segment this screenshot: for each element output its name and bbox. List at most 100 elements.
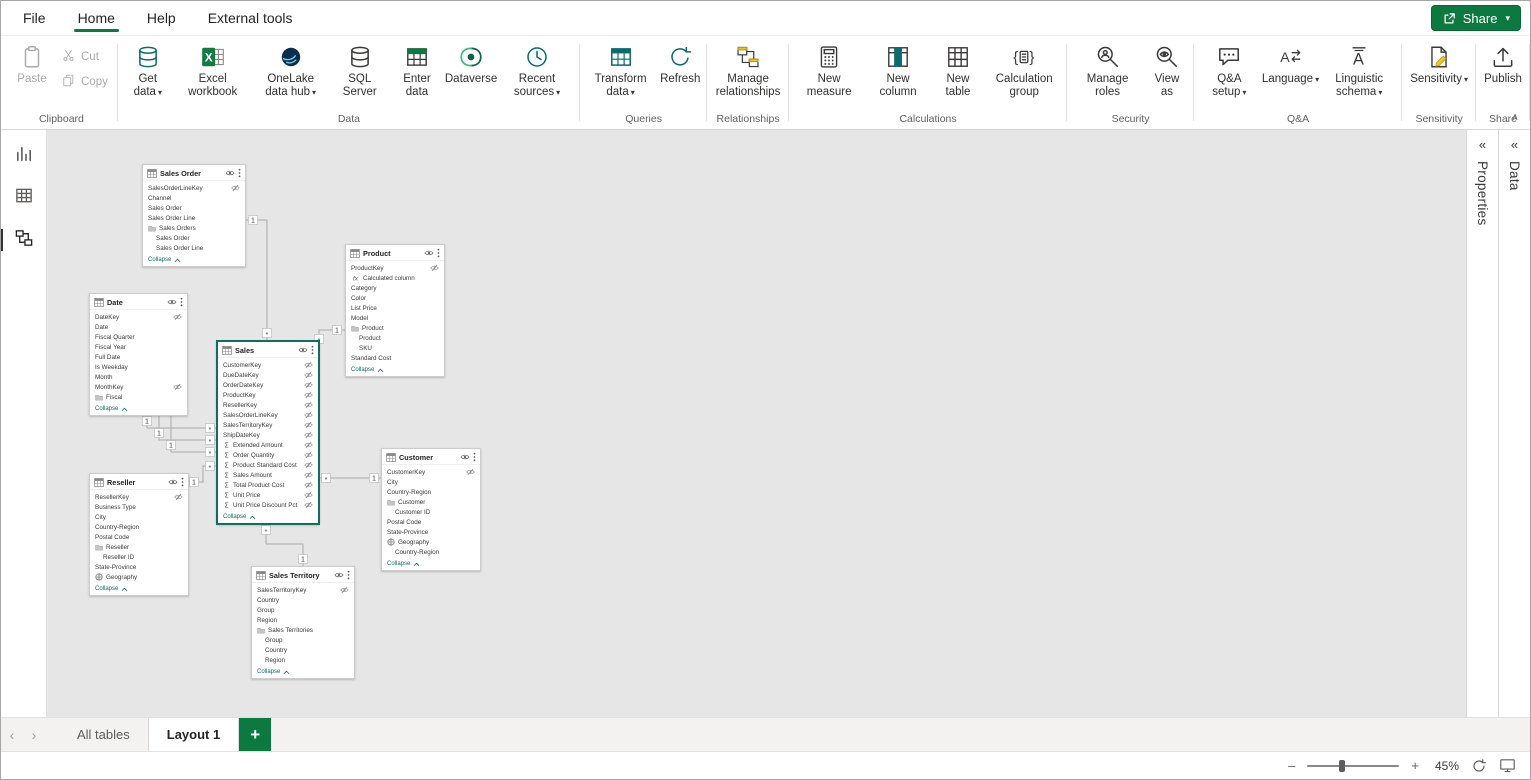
properties-pane-collapsed[interactable]: « Properties xyxy=(1466,130,1498,717)
ribbon-button-language[interactable]: ALanguage▾ xyxy=(1262,41,1319,89)
field-row-category[interactable]: Category xyxy=(346,283,444,293)
field-row-list-price[interactable]: List Price xyxy=(346,303,444,313)
field-row-salesorderlinekey[interactable]: SalesOrderLineKey xyxy=(218,410,318,420)
field-row-sales-orders[interactable]: Sales Orders xyxy=(143,223,245,233)
field-row-fiscal-quarter[interactable]: Fiscal Quarter xyxy=(90,332,187,342)
field-row-salesterritorykey[interactable]: SalesTerritoryKey xyxy=(252,585,354,595)
field-row-fiscal[interactable]: Fiscal xyxy=(90,392,187,402)
field-row-sales-order-line[interactable]: Sales Order Line xyxy=(143,243,245,253)
field-row-salesorderlinekey[interactable]: SalesOrderLineKey xyxy=(143,183,245,193)
ribbon-button-view-as[interactable]: View as xyxy=(1145,41,1189,100)
kebab-menu-icon[interactable] xyxy=(437,248,440,258)
table-card-header[interactable]: Sales xyxy=(218,342,318,358)
field-row-model[interactable]: Model xyxy=(346,313,444,323)
kebab-menu-icon[interactable] xyxy=(311,345,314,355)
collapse-table-toggle[interactable]: Collapse xyxy=(90,404,187,415)
ribbon-button-onelake-data-hub[interactable]: OneLake data hub▾ xyxy=(253,41,329,101)
model-table-reseller[interactable]: ResellerResellerKeyBusiness TypeCityCoun… xyxy=(89,473,189,596)
field-row-geography[interactable]: Geography xyxy=(382,537,480,547)
field-row-sales-order[interactable]: Sales Order xyxy=(143,203,245,213)
field-row-resellerkey[interactable]: ResellerKey xyxy=(218,400,318,410)
ribbon-button-manage-roles[interactable]: Manage roles xyxy=(1072,41,1143,100)
ribbon-button-linguistic-schema[interactable]: ALinguistic schema▾ xyxy=(1321,41,1397,101)
field-row-unit-price[interactable]: ΣUnit Price xyxy=(218,490,318,500)
ribbon-button-sensitivity[interactable]: Sensitivity▾ xyxy=(1407,41,1471,89)
table-card-header[interactable]: Product xyxy=(346,245,444,261)
ribbon-button-manage-relationships[interactable]: Manage relationships xyxy=(712,41,784,100)
field-row-is-weekday[interactable]: Is Weekday xyxy=(90,362,187,372)
field-row-full-date[interactable]: Full Date xyxy=(90,352,187,362)
model-canvas[interactable]: 1*1*1*1*1*1*1*1* Sales OrderSalesOrderLi… xyxy=(47,130,1466,717)
field-row-duedatekey[interactable]: DueDateKey xyxy=(218,370,318,380)
field-row-customerkey[interactable]: CustomerKey xyxy=(218,360,318,370)
collapse-table-toggle[interactable]: Collapse xyxy=(382,559,480,570)
field-row-order-quantity[interactable]: ΣOrder Quantity xyxy=(218,450,318,460)
field-row-datekey[interactable]: DateKey xyxy=(90,312,187,322)
field-row-country-region[interactable]: Country-Region xyxy=(382,547,480,557)
collapse-table-toggle[interactable]: Collapse xyxy=(143,255,245,266)
ribbon-button-new-table[interactable]: New table xyxy=(932,41,984,100)
collapse-table-toggle[interactable]: Collapse xyxy=(90,584,188,595)
ribbon-button-publish[interactable]: Publish xyxy=(1481,41,1525,88)
reset-zoom-button[interactable] xyxy=(1471,758,1487,774)
relationship-line-sales-territory-sales[interactable] xyxy=(266,524,303,566)
field-row-standard-cost[interactable]: Standard Cost xyxy=(346,353,444,363)
menu-help[interactable]: Help xyxy=(131,1,192,35)
field-row-extended-amount[interactable]: ΣExtended Amount xyxy=(218,440,318,450)
field-row-product-standard-cost[interactable]: ΣProduct Standard Cost xyxy=(218,460,318,470)
field-row-country-region[interactable]: Country-Region xyxy=(382,487,480,497)
field-row-channel[interactable]: Channel xyxy=(143,193,245,203)
field-row-geography[interactable]: Geography xyxy=(90,572,188,582)
kebab-menu-icon[interactable] xyxy=(347,570,350,580)
field-row-country-region[interactable]: Country-Region xyxy=(90,522,188,532)
field-row-reseller-id[interactable]: Reseller ID xyxy=(90,552,188,562)
zoom-slider-thumb[interactable] xyxy=(1339,760,1345,772)
field-row-reseller[interactable]: Reseller xyxy=(90,542,188,552)
eye-icon[interactable] xyxy=(298,346,308,354)
expand-data-pane-icon[interactable]: « xyxy=(1511,139,1518,151)
ribbon-button-copy[interactable]: Copy xyxy=(56,71,113,93)
field-row-state-province[interactable]: State-Province xyxy=(382,527,480,537)
eye-icon[interactable] xyxy=(460,453,470,461)
ribbon-button-refresh[interactable]: Refresh xyxy=(658,41,702,88)
model-table-customer[interactable]: CustomerCustomerKeyCityCountry-RegionCus… xyxy=(381,448,481,571)
field-row-sales-amount[interactable]: ΣSales Amount xyxy=(218,470,318,480)
ribbon-button-new-column[interactable]: New column xyxy=(866,41,929,100)
field-row-sales-order-line[interactable]: Sales Order Line xyxy=(143,213,245,223)
field-row-country[interactable]: Country xyxy=(252,595,354,605)
next-tab-button[interactable]: › xyxy=(23,718,45,751)
zoom-slider[interactable] xyxy=(1307,765,1399,767)
model-table-sales-order[interactable]: Sales Order SalesOrderLineKeyChannel Sales… xyxy=(142,164,246,267)
eye-icon[interactable] xyxy=(167,298,177,306)
table-card-header[interactable]: Customer xyxy=(382,449,480,465)
field-row-resellerkey[interactable]: ResellerKey xyxy=(90,492,188,502)
kebab-menu-icon[interactable] xyxy=(180,297,183,307)
field-row-sku[interactable]: SKU xyxy=(346,343,444,353)
tab-all-tables[interactable]: All tables xyxy=(59,718,148,751)
field-row-postal-code[interactable]: Postal Code xyxy=(90,532,188,542)
field-row-productkey[interactable]: ProductKey xyxy=(218,390,318,400)
kebab-menu-icon[interactable] xyxy=(238,168,241,178)
kebab-menu-icon[interactable] xyxy=(473,452,476,462)
field-row-unit-price-discount-pct[interactable]: ΣUnit Price Discount Pct xyxy=(218,500,318,510)
data-pane-collapsed[interactable]: « Data xyxy=(1498,130,1530,717)
table-card-header[interactable]: Date xyxy=(90,294,187,310)
ribbon-button-transform-data[interactable]: Transform data▾ xyxy=(585,41,656,101)
eye-icon[interactable] xyxy=(424,249,434,257)
field-row-monthkey[interactable]: MonthKey xyxy=(90,382,187,392)
eye-icon[interactable] xyxy=(225,169,235,177)
table-view-button[interactable] xyxy=(1,182,47,214)
menu-external-tools[interactable]: External tools xyxy=(192,1,309,35)
ribbon-button-q-a-setup[interactable]: Q&A setup▾ xyxy=(1199,41,1260,101)
field-row-fiscal-year[interactable]: Fiscal Year xyxy=(90,342,187,352)
field-row-postal-code[interactable]: Postal Code xyxy=(382,517,480,527)
eye-icon[interactable] xyxy=(168,478,178,486)
field-row-customerkey[interactable]: CustomerKey xyxy=(382,467,480,477)
model-table-date[interactable]: DateDateKeyDateFiscal QuarterFiscal Year… xyxy=(89,293,188,416)
menu-home[interactable]: Home xyxy=(62,1,131,35)
field-row-region[interactable]: Region xyxy=(252,615,354,625)
eye-icon[interactable] xyxy=(334,571,344,579)
ribbon-button-enter-data[interactable]: Enter data xyxy=(391,41,443,100)
field-row-customer-id[interactable]: Customer ID xyxy=(382,507,480,517)
ribbon-button-new-measure[interactable]: New measure xyxy=(794,41,864,100)
